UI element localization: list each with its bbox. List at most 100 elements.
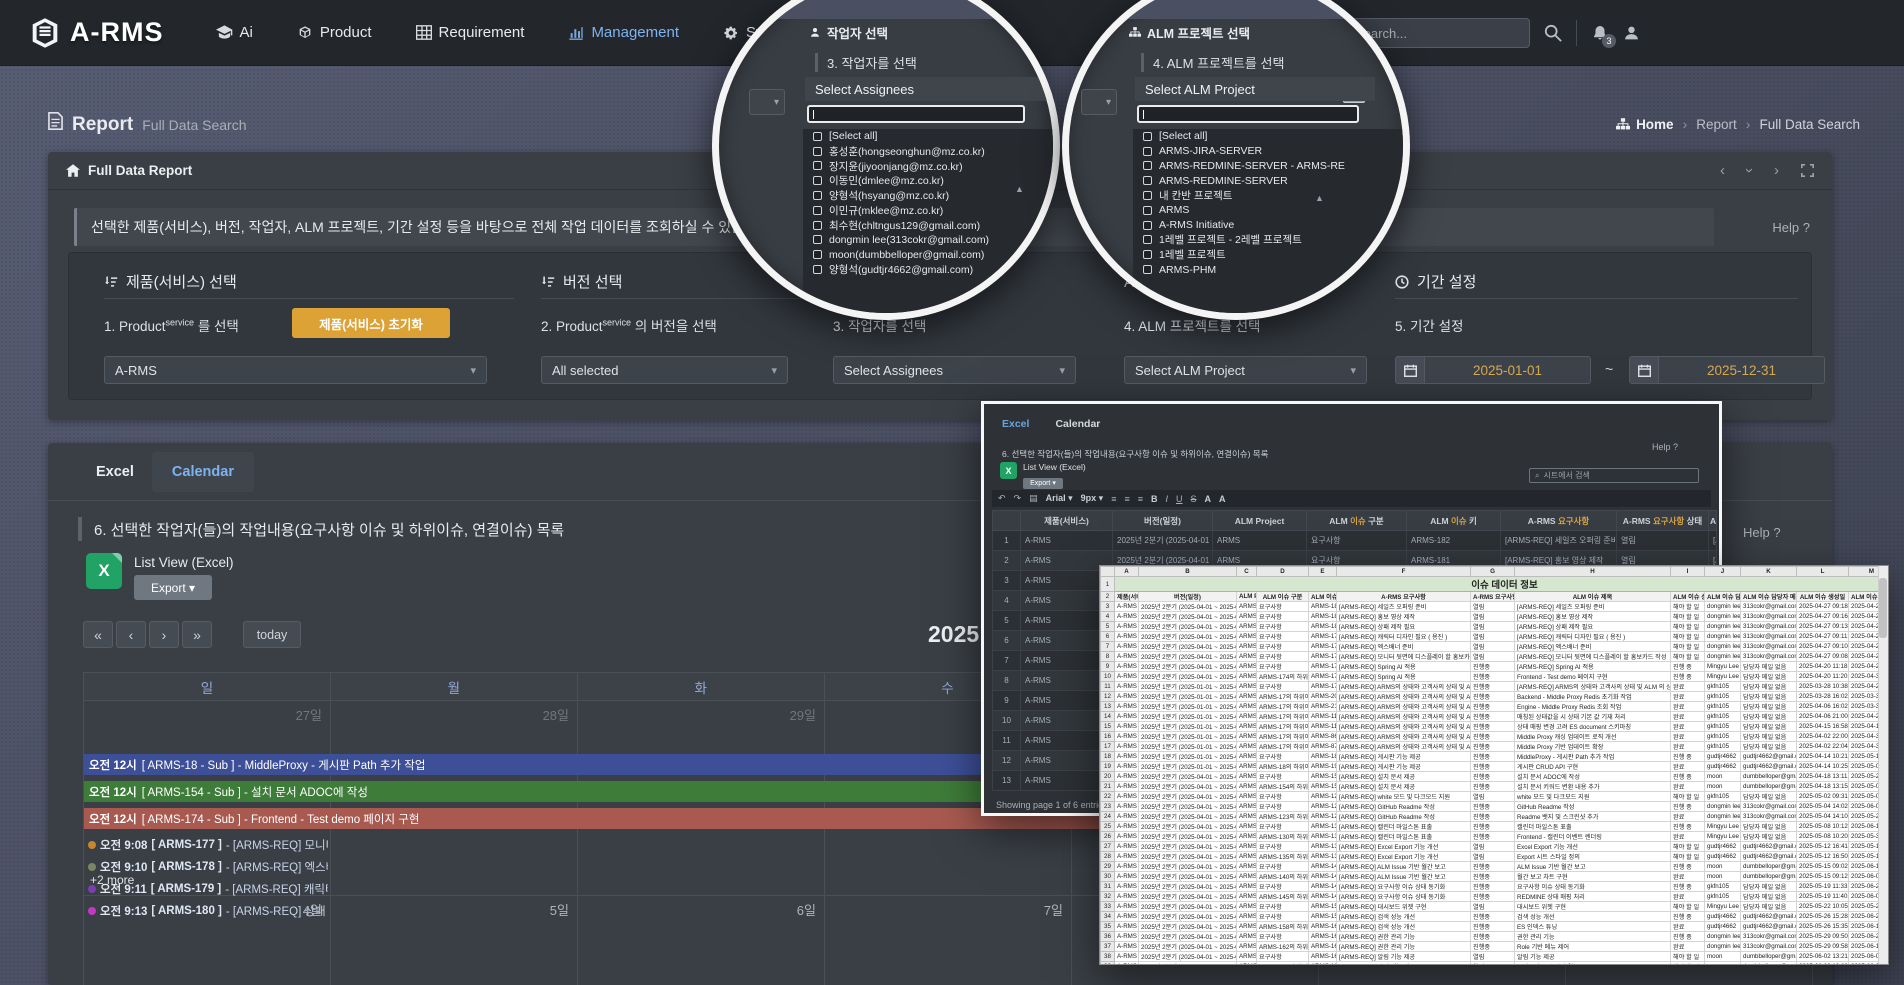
column-letter[interactable]: A (1115, 567, 1139, 577)
start-date-value[interactable]: 2025-01-01 (1425, 356, 1591, 384)
column-letter[interactable]: B (1139, 567, 1237, 577)
checkbox-icon[interactable] (1143, 161, 1152, 170)
column-letter[interactable]: I (1671, 567, 1705, 577)
checkbox-option[interactable]: 양형석(gudtjr4662@gmail.com) (803, 262, 1060, 277)
checkbox-option[interactable]: A-RMS Initiative (1133, 218, 1403, 233)
checkbox-icon[interactable] (1143, 250, 1152, 259)
checkbox-icon[interactable] (813, 161, 822, 170)
version-select[interactable]: All selected▾ (541, 356, 788, 384)
scroll-up-icon[interactable]: ▲ (1315, 193, 1324, 203)
nav-item-ai[interactable]: Ai (216, 24, 253, 41)
calendar-cell[interactable]: 5일 (331, 896, 578, 985)
checkbox-option[interactable]: dongmin lee(313cokr@gmail.com) (803, 233, 1060, 248)
panel-prev-icon[interactable]: ‹ (1720, 163, 1725, 178)
underline-icon[interactable]: U (1176, 494, 1183, 504)
overlay-tab-calendar[interactable]: Calendar (1055, 418, 1100, 430)
checkbox-option[interactable]: 이민규(mklee@mz.co.kr) (803, 203, 1060, 218)
sheet-search-input[interactable]: ⌕ 시트에서 검색 (1529, 468, 1699, 483)
column-letter[interactable]: D (1257, 567, 1309, 577)
calendar-today-button[interactable]: today (243, 621, 301, 648)
checkbox-option[interactable]: [Select all] (1133, 129, 1403, 144)
column-letter[interactable]: L (1797, 567, 1849, 577)
checkbox-option[interactable]: [Select all] (803, 129, 1060, 144)
align-center-icon[interactable]: ≡ (1124, 494, 1129, 504)
checkbox-icon[interactable] (813, 147, 822, 156)
calendar-last-button[interactable]: » (182, 621, 212, 648)
notifications-bell-icon[interactable]: 3 (1591, 24, 1609, 43)
checkbox-icon[interactable] (813, 132, 822, 141)
sheet-scrollbar[interactable] (1878, 566, 1888, 965)
breadcrumb-home[interactable]: Home (1616, 117, 1674, 132)
font-family-select[interactable]: Arial ▾ (1046, 493, 1073, 504)
text-color-icon[interactable]: A (1205, 494, 1212, 504)
checkbox-option[interactable]: 장지윤(jiyoonjang@mz.co.kr) (803, 159, 1060, 174)
checkbox-icon[interactable] (1143, 191, 1152, 200)
checkbox-icon[interactable] (813, 221, 822, 230)
panel-expand-icon[interactable] (1801, 164, 1814, 177)
overlay-export-button[interactable]: Export ▾ (1023, 478, 1063, 489)
checkbox-option[interactable]: ARMS-PHM (1133, 262, 1403, 277)
search-input[interactable] (1353, 25, 1513, 42)
panel-collapse-icon[interactable]: › (1742, 168, 1757, 173)
end-date-value[interactable]: 2025-12-31 (1659, 356, 1825, 384)
checkbox-option[interactable]: 1레벨 프로젝트 (1133, 247, 1403, 262)
nav-item-management[interactable]: Management (568, 24, 679, 41)
scroll-up-icon[interactable]: ▲ (1015, 184, 1024, 194)
tab-excel[interactable]: Excel (78, 452, 152, 492)
redo-icon[interactable]: ↷ (1014, 493, 1022, 504)
calendar-next-button[interactable]: › (149, 621, 179, 648)
nav-item-requirement[interactable]: Requirement (416, 24, 525, 41)
save-icon[interactable]: ▤ (1029, 493, 1038, 504)
column-header[interactable]: 제품(서비스) (1021, 511, 1113, 531)
calendar-more-link[interactable]: +2 more (90, 873, 134, 887)
checkbox-option[interactable]: ARMS (1133, 203, 1403, 218)
panel-next-icon[interactable]: › (1774, 163, 1779, 178)
fill-color-icon[interactable]: A (1219, 494, 1226, 504)
column-header[interactable]: A-RMS 요구사항 (1501, 511, 1617, 531)
help-button[interactable]: Help ? (1743, 525, 1781, 540)
checkbox-icon[interactable] (813, 250, 822, 259)
checkbox-icon[interactable] (813, 176, 822, 185)
column-header[interactable]: ALM Project (1213, 511, 1307, 531)
checkbox-icon[interactable] (1143, 147, 1152, 156)
column-letter[interactable]: C (1237, 567, 1257, 577)
bold-icon[interactable]: B (1151, 494, 1158, 504)
calendar-icon[interactable] (1395, 356, 1425, 384)
user-profile-icon[interactable] (1623, 24, 1640, 42)
align-right-icon[interactable]: ≡ (1138, 494, 1143, 504)
checkbox-option[interactable]: 홍성훈(hongseonghun@mz.co.kr) (803, 144, 1060, 159)
checkbox-icon[interactable] (1143, 221, 1152, 230)
checkbox-option[interactable]: ARMS-JIRA-SERVER (1133, 144, 1403, 159)
assignees-select-open[interactable]: Select Assignees (805, 77, 1060, 101)
checkbox-icon[interactable] (813, 191, 822, 200)
strikethrough-icon[interactable]: S (1191, 494, 1197, 504)
export-button[interactable]: Export ▾ (134, 575, 212, 600)
product-reset-button[interactable]: 제품(서비스) 초기화 (292, 308, 450, 338)
italic-icon[interactable]: I (1166, 494, 1169, 504)
checkbox-icon[interactable] (1143, 132, 1152, 141)
checkbox-icon[interactable] (813, 206, 822, 215)
calendar-cell[interactable]: 4일 (84, 896, 331, 985)
column-header[interactable]: ALM 이슈 구분 (1307, 511, 1407, 531)
checkbox-icon[interactable] (813, 265, 822, 274)
column-header[interactable]: ALM 이슈 키 (1407, 511, 1501, 531)
column-header[interactable]: ALM 이슈 제목 (1709, 511, 1717, 531)
calendar-icon[interactable] (1629, 356, 1659, 384)
breadcrumb-report[interactable]: Report (1696, 117, 1737, 132)
column-letter[interactable]: F (1337, 567, 1471, 577)
column-letter[interactable]: J (1705, 567, 1741, 577)
checkbox-icon[interactable] (1143, 206, 1152, 215)
checkbox-icon[interactable] (1143, 176, 1152, 185)
alm-filter-input[interactable] (1137, 105, 1359, 123)
column-letter[interactable]: K (1741, 567, 1797, 577)
assignees-select[interactable]: Select Assignees▾ (833, 356, 1076, 384)
calendar-cell[interactable]: 6일 (578, 896, 825, 985)
table-row[interactable]: 1A-RMS2025년 2분기 (2025-04-01 ~ 2025-06-30… (993, 531, 1717, 551)
checkbox-icon[interactable] (813, 235, 822, 244)
assignee-filter-input[interactable] (807, 105, 1025, 123)
alm-project-select[interactable]: Select ALM Project▾ (1124, 356, 1367, 384)
checkbox-option[interactable]: ARMS-REDMINE-SERVER - ARMS-RE (1133, 159, 1403, 174)
checkbox-option[interactable]: 1레벨 프로젝트 - 2레벨 프로젝트 (1133, 233, 1403, 248)
font-size-select[interactable]: 9px ▾ (1081, 493, 1104, 504)
product-select[interactable]: A-RMS▾ (104, 356, 487, 384)
